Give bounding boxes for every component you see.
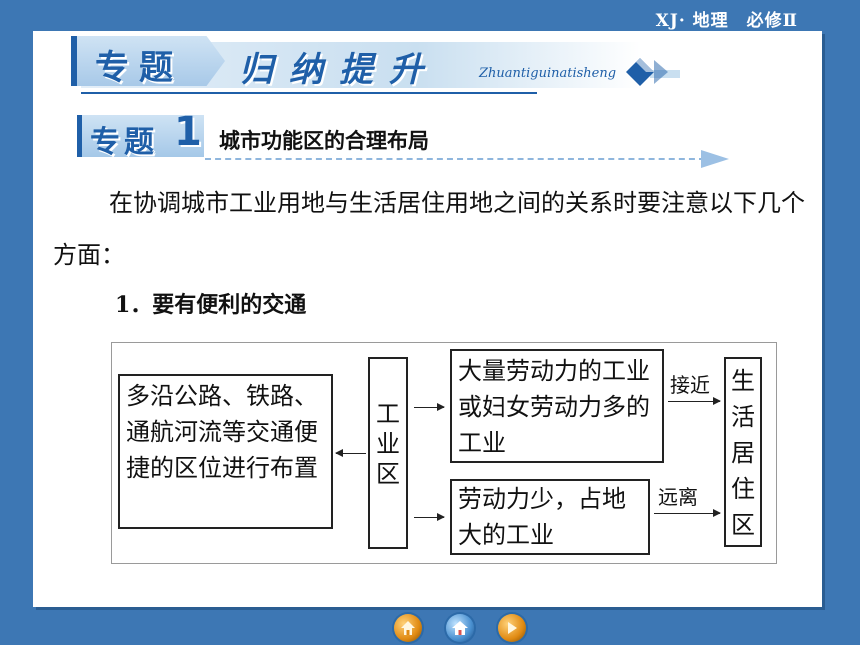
industrial-zone-box: 工业区: [368, 357, 408, 549]
home-icon: [452, 621, 468, 635]
transport-location-box: 多沿公路、铁路、通航河流等交通便捷的区位进行布置: [118, 374, 333, 529]
residential-zone-box: 生活居住区: [724, 357, 762, 547]
intro-paragraph: 在协调城市工业用地与生活居住用地之间的关系时要注意以下几个方面：: [53, 189, 805, 269]
far-label: 远离: [658, 485, 698, 509]
section-tab: 专题 1: [77, 115, 204, 157]
arrow-to-labor-industry: [414, 403, 445, 411]
nav-home-button[interactable]: [446, 614, 474, 642]
slide: 专题 归纳提升 Zhuantiguinatisheng 专题 1 城市功能区的合…: [33, 31, 822, 607]
topic-banner: 专题 归纳提升 Zhuantiguinatisheng: [71, 36, 680, 94]
banner-title: 归纳提升: [239, 50, 439, 90]
banner-pinyin: Zhuantiguinatisheng: [479, 66, 617, 81]
section-divider: [205, 158, 705, 160]
land-intensive-industry-box: 劳动力少，占地大的工业: [450, 479, 650, 555]
arrow-to-land-industry: [414, 513, 445, 521]
section-tab-label: 专题: [90, 125, 158, 160]
arrow-near: [668, 397, 721, 405]
banner-underline: [81, 92, 537, 94]
section-title: 城市功能区的合理布局: [219, 129, 429, 153]
banner-tab-label: 专题: [95, 48, 183, 88]
labor-intensive-industry-box: 大量劳动力的工业或妇女劳动力多的工业: [450, 349, 664, 463]
banner-tab: 专题: [71, 36, 225, 86]
nav-forward-button[interactable]: [498, 614, 526, 642]
near-label: 接近: [670, 373, 710, 397]
section-arrow-icon: [701, 150, 729, 168]
forward-icon: [508, 622, 517, 634]
arrow-logo-icon: [626, 58, 680, 86]
arrow-to-transport: [335, 449, 366, 457]
course-label: XJ· 地理 必修Ⅱ: [655, 11, 798, 31]
nav-back-home-button[interactable]: [394, 614, 422, 642]
home-back-icon: [401, 621, 415, 635]
arrow-far: [654, 509, 721, 517]
point-heading: 1．要有便利的交通: [115, 292, 307, 318]
layout-diagram: 多沿公路、铁路、通航河流等交通便捷的区位进行布置 工业区 大量劳动力的工业或妇女…: [111, 342, 777, 564]
section-number: 1: [174, 109, 202, 155]
